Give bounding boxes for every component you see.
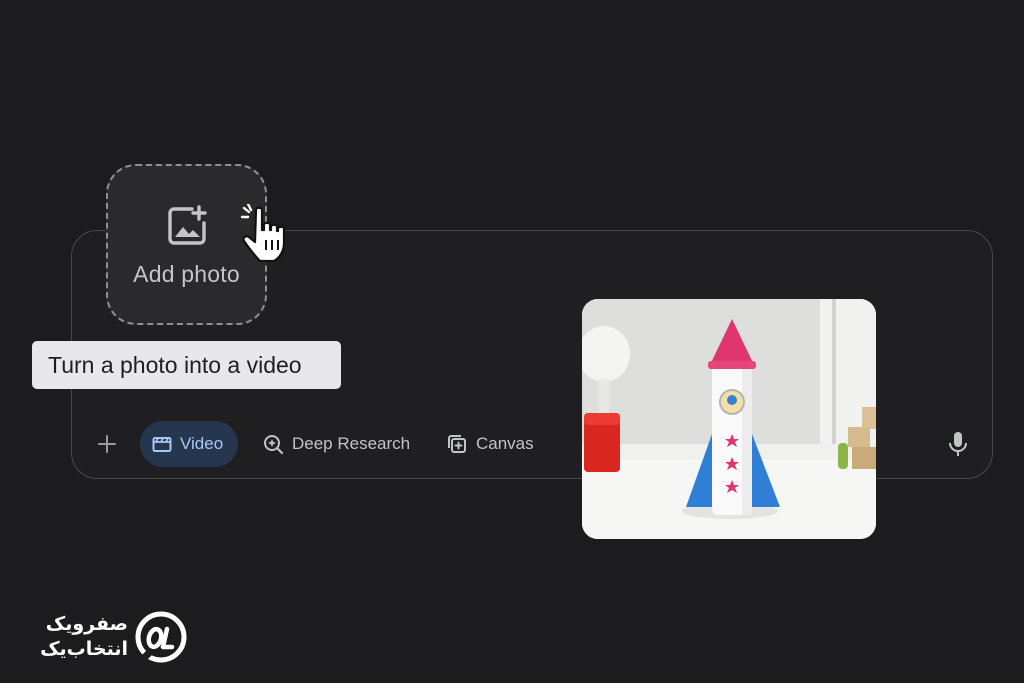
canvas-icon [448, 435, 466, 453]
add-photo-label: Add photo [133, 261, 240, 287]
deep-research-label: Deep Research [292, 434, 411, 453]
logo-mark-icon [135, 611, 187, 663]
hand-cursor-icon [240, 204, 286, 263]
watermark-line-2: انتخاب‌یک [40, 638, 128, 660]
watermark-text: صفرویک انتخاب‌یک [28, 612, 128, 662]
tooltip: Turn a photo into a video [32, 341, 341, 389]
app-canvas: Add photo Turn a photo into a video Vide… [0, 0, 1024, 683]
deep-research-tool-chip[interactable]: Deep Research [250, 421, 422, 467]
video-tool-label: Video [180, 434, 224, 453]
watermark-line-1: صفرویک [45, 613, 128, 635]
deep-research-icon [264, 435, 284, 455]
canvas-label: Canvas [476, 434, 534, 453]
add-photo-icon [167, 205, 207, 245]
rocket-photo-image [582, 299, 876, 539]
canvas-tool-chip[interactable]: Canvas [434, 421, 546, 467]
add-tool-button[interactable] [93, 430, 121, 458]
watermark-logo: صفرویک انتخاب‌یک [28, 606, 188, 668]
mic-icon[interactable] [946, 430, 970, 458]
video-clapper-icon [152, 437, 172, 452]
uploaded-photo [582, 299, 876, 539]
plus-icon [98, 435, 116, 453]
video-tool-chip[interactable]: Video [140, 421, 238, 467]
